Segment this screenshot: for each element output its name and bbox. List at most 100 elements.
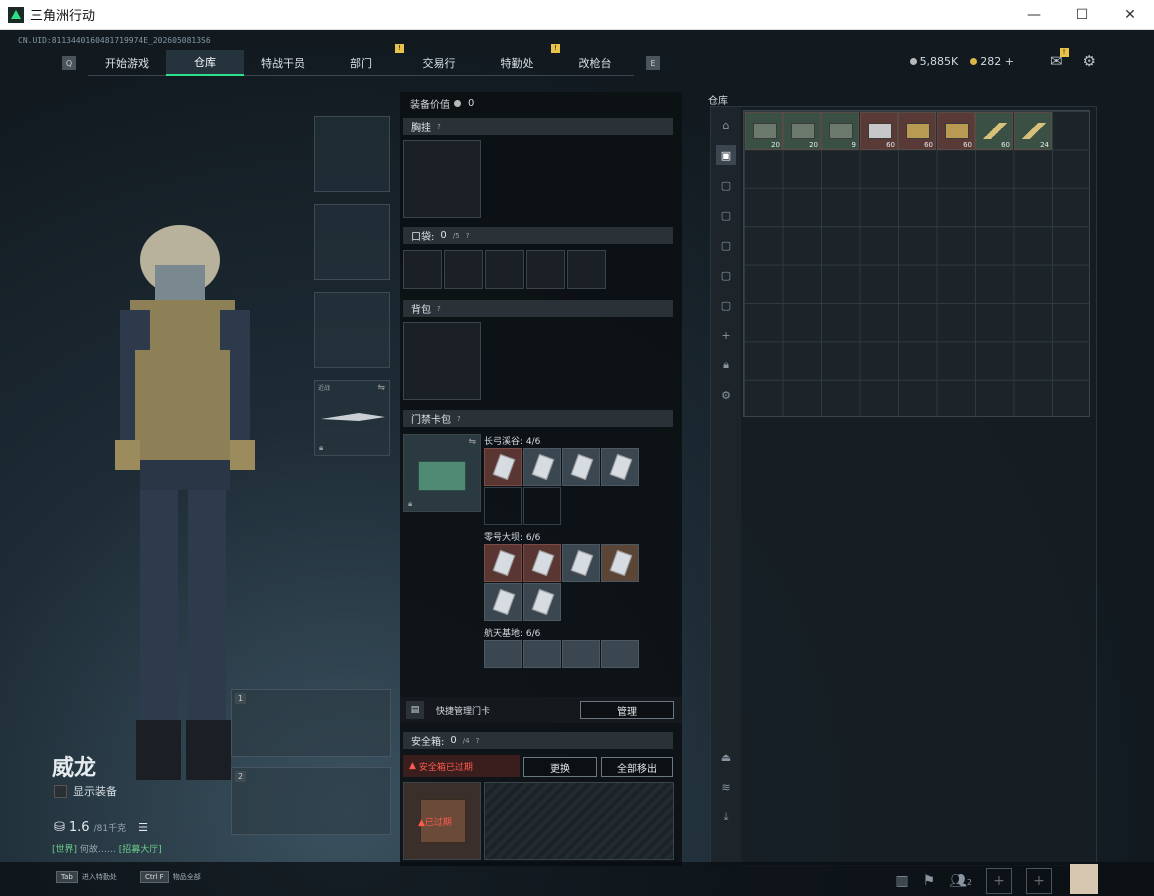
tab-gunsmith[interactable]: 改枪台 (556, 50, 634, 76)
primary-weapon-slot-1[interactable]: 1 (231, 689, 391, 757)
storage-tab-1[interactable]: ▣ (716, 145, 736, 165)
player-uid: CN.UID:8113440160481719974E_2026050813S6 (18, 36, 211, 45)
safe-box-slot[interactable]: ▲已过期 (403, 782, 481, 860)
maximize-button[interactable]: ☐ (1058, 0, 1106, 30)
knife-icon (321, 413, 385, 421)
all-items-tab-icon[interactable]: ⌂ (716, 115, 736, 135)
nav-next-key[interactable]: E (646, 56, 660, 70)
storage-item[interactable]: 9 (821, 112, 859, 150)
storage-tab-5[interactable]: ▢ (716, 265, 736, 285)
keycard[interactable] (601, 544, 639, 582)
storage-tab-6[interactable]: ▢ (716, 295, 736, 315)
flag-icon[interactable]: ⚑ (923, 873, 936, 889)
hint-all-items[interactable]: Ctrl F 物品全部 (140, 871, 201, 883)
close-button[interactable]: ✕ (1106, 0, 1154, 30)
backpack-slot[interactable] (403, 322, 481, 400)
safe-box-grid[interactable] (484, 782, 674, 860)
keycard[interactable] (523, 583, 561, 621)
safe-box-header: 安全箱: 0/4? (403, 732, 673, 749)
storage-item[interactable]: 20 (745, 112, 783, 150)
invite-slot[interactable]: + (986, 868, 1012, 894)
replace-button[interactable]: 更换 (523, 757, 597, 777)
storage-item[interactable]: 60 (937, 112, 975, 150)
chest-rig-header: 胸挂? (403, 118, 673, 135)
app-logo-icon (8, 6, 24, 23)
lock-icon[interactable]: 🔒︎ (716, 355, 736, 375)
keycard[interactable] (523, 448, 561, 486)
helmet-slot[interactable] (314, 116, 390, 192)
storage-category-tabs: ⌂ ▣ ▢ ▢ ▢ ▢ ▢ + 🔒︎ ⚙ ⏏ ≋ ⤓ (711, 107, 741, 867)
pocket-slot[interactable] (526, 250, 565, 289)
nav-prev-key[interactable]: Q (62, 56, 76, 70)
stats-icon[interactable]: ▥ (895, 873, 908, 889)
mail-icon[interactable]: ✉! (1050, 48, 1069, 70)
melee-slot[interactable]: 近战 ⇋ 🔒︎ (314, 380, 390, 456)
gold-currency[interactable]: 282 + (970, 55, 1014, 68)
storage-item[interactable]: 24 (1014, 112, 1052, 150)
storage-tab-2[interactable]: ▢ (716, 175, 736, 195)
settings-gear-icon[interactable]: ⚙ (716, 385, 736, 405)
pocket-slot[interactable] (403, 250, 442, 289)
friends-icon[interactable]: 👥︎2 (949, 873, 972, 889)
keycard[interactable] (523, 544, 561, 582)
melee-label: 近战 (318, 385, 331, 392)
storage-tab-3[interactable]: ▢ (716, 205, 736, 225)
storage-item[interactable]: 20 (783, 112, 821, 150)
keycard[interactable] (562, 640, 600, 668)
silver-currency: 5,885K (909, 55, 958, 68)
keycard[interactable] (601, 448, 639, 486)
keycard[interactable] (523, 640, 561, 668)
tab-department[interactable]: 部门! (322, 44, 404, 76)
tab-start-game[interactable]: 开始游戏 (88, 50, 166, 76)
keycard[interactable] (484, 640, 522, 668)
arrange-icon[interactable]: ⤓ (716, 807, 736, 827)
storage-item[interactable]: 60 (860, 112, 898, 150)
keycard[interactable] (484, 544, 522, 582)
swap-icon[interactable]: ⇋ (468, 437, 476, 447)
storage-grid[interactable]: 20 20 9 60 60 60 60 24 (743, 110, 1090, 417)
storage-item[interactable]: 60 (898, 112, 936, 150)
tab-trading[interactable]: 交易行 (400, 50, 478, 76)
layers-icon[interactable]: ≋ (716, 777, 736, 797)
keycard-empty-slot[interactable] (523, 487, 561, 525)
pocket-slot[interactable] (567, 250, 606, 289)
pistol-slot[interactable] (314, 292, 390, 368)
manage-button[interactable]: 管理 (580, 701, 674, 719)
keycard[interactable] (601, 640, 639, 668)
top-right-icons: ✉! ⚙ (1050, 48, 1096, 70)
show-equipment-toggle[interactable]: 显示装备 (54, 783, 117, 799)
invite-slot[interactable]: + (1026, 868, 1052, 894)
chat-line[interactable]: [世界] 何故…… [招募大厅] (52, 842, 162, 855)
add-tab-icon[interactable]: + (716, 325, 736, 345)
chest-rig-slot[interactable] (403, 140, 481, 218)
player-avatar[interactable] (1070, 864, 1098, 894)
pocket-slot[interactable] (485, 250, 524, 289)
show-equipment-checkbox[interactable] (54, 784, 67, 798)
move-all-out-button[interactable]: 全部移出 (601, 757, 673, 777)
minimize-button[interactable]: — (1010, 0, 1058, 30)
keycard[interactable] (484, 448, 522, 486)
armor-slot[interactable] (314, 204, 390, 280)
tab-warehouse[interactable]: 仓库 (166, 50, 244, 76)
keycard-bag-slot[interactable]: ⇋ 🔒︎ (403, 434, 481, 512)
swap-icon[interactable]: ⇋ (377, 383, 385, 393)
sort-icon[interactable]: ⏏ (716, 747, 736, 767)
storage-panel: ⌂ ▣ ▢ ▢ ▢ ▢ ▢ + 🔒︎ ⚙ ⏏ ≋ ⤓ 20 20 9 60 60… (710, 106, 1097, 867)
keycard[interactable] (562, 544, 600, 582)
storage-item[interactable]: 60 (975, 112, 1013, 150)
hint-special-ops[interactable]: Tab 进入特勤处 (56, 871, 117, 883)
keycard-empty-slot[interactable] (484, 487, 522, 525)
pocket-slot[interactable] (444, 250, 483, 289)
tab-special-ops[interactable]: 特勤处! (478, 44, 560, 76)
primary-weapon-slot-2[interactable]: 2 (231, 767, 391, 835)
list-icon[interactable]: ☰ (138, 821, 148, 834)
storage-tab-4[interactable]: ▢ (716, 235, 736, 255)
keycard[interactable] (484, 583, 522, 621)
weight-icon: ⛁ (54, 820, 65, 835)
settings-gear-icon[interactable]: ⚙ (1083, 52, 1096, 70)
tab-operators[interactable]: 特战干员 (244, 50, 322, 76)
backpack-header: 背包? (403, 300, 673, 317)
keycard[interactable] (562, 448, 600, 486)
alert-badge: ! (1059, 48, 1069, 57)
gold-coin-icon (970, 58, 978, 65)
